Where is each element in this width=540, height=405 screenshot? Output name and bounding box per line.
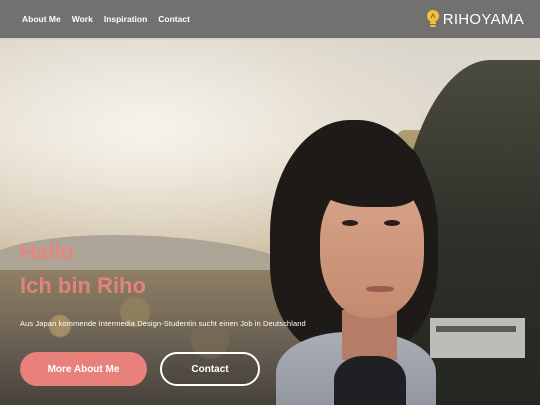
- mouth: [366, 286, 394, 292]
- nav-work[interactable]: Work: [72, 14, 93, 24]
- more-about-me-button[interactable]: More About Me: [20, 352, 147, 386]
- headline-line-1: Hallo: [20, 239, 74, 264]
- nav-inspiration[interactable]: Inspiration: [104, 14, 147, 24]
- headline-line-2: Ich bin Riho: [20, 273, 146, 298]
- nav-about-me[interactable]: About Me: [22, 14, 61, 24]
- nav-contact[interactable]: Contact: [158, 14, 190, 24]
- collar: [334, 356, 406, 405]
- hero-background-photo: [0, 0, 540, 405]
- hero-headline: Hallo Ich bin Riho: [20, 235, 146, 303]
- hero-subline: Aus Japan kommende Intermedia Design-Stu…: [20, 319, 306, 328]
- nav-links: About Me Work Inspiration Contact: [22, 14, 190, 24]
- right-eye: [384, 220, 400, 226]
- portrait-person: [262, 120, 442, 405]
- left-eye: [342, 220, 358, 226]
- top-navigation: About Me Work Inspiration Contact RIHOYA…: [0, 0, 540, 38]
- brand-logo-link[interactable]: RIHOYAMA: [426, 9, 524, 29]
- building: [430, 318, 525, 358]
- contact-button[interactable]: Contact: [160, 352, 260, 386]
- lightbulb-icon: [426, 9, 440, 29]
- brand-name: RIHOYAMA: [442, 10, 524, 28]
